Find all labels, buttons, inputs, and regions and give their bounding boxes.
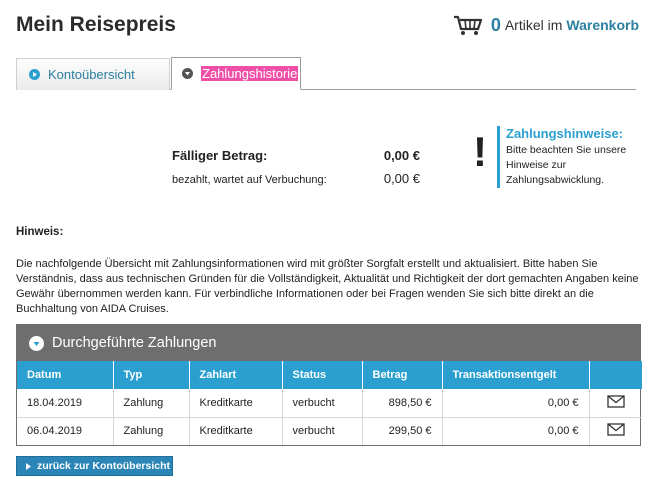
due-label: Fälliger Betrag:	[172, 148, 268, 163]
column-header-transaktionsentgelt: Transaktionsentgelt	[442, 361, 590, 389]
cell-status: verbucht	[282, 417, 363, 445]
cart-icon	[453, 15, 482, 35]
due-summary: Fälliger Betrag: 0,00 € bezahlt, wartet …	[172, 148, 420, 186]
column-header-zahlart: Zahlart	[189, 361, 283, 389]
tab-label: Kontoübersicht	[48, 67, 135, 82]
payments-panel: Durchgeführte Zahlungen Datum Typ Zahlar…	[16, 324, 642, 446]
cell-action	[589, 389, 642, 418]
pending-amount: 0,00 €	[383, 171, 420, 186]
play-circle-icon	[29, 69, 40, 80]
envelope-icon[interactable]	[607, 395, 625, 408]
column-header-typ: Typ	[113, 361, 190, 389]
notice-title[interactable]: Zahlungshinweise:	[506, 126, 637, 141]
cell-typ: Zahlung	[113, 389, 190, 418]
cell-zahlart: Kreditkarte	[189, 389, 283, 418]
payments-title: Durchgeführte Zahlungen	[52, 335, 217, 351]
back-to-overview-button[interactable]: zurück zur Kontoübersicht	[16, 456, 173, 476]
cell-typ: Zahlung	[113, 417, 190, 445]
cart-link[interactable]: Warenkorb	[566, 17, 639, 33]
hint-title: Hinweis:	[16, 226, 64, 238]
cell-action	[589, 417, 642, 445]
payments-table: Datum Typ Zahlart Status Betrag Transakt…	[17, 361, 642, 445]
tab-zahlungshistorie[interactable]: Zahlungshistorie	[171, 57, 301, 90]
column-header-action	[589, 361, 642, 389]
due-amount: 0,00 €	[383, 148, 420, 163]
cart-text: Artikel im	[504, 17, 563, 33]
cell-status: verbucht	[282, 389, 363, 418]
chevron-down-circle-icon	[182, 68, 193, 79]
tab-bar: Kontoübersicht Zahlungshistorie	[16, 56, 636, 90]
column-header-betrag: Betrag	[362, 361, 443, 389]
column-header-status: Status	[282, 361, 363, 389]
cell-datum: 06.04.2019	[17, 417, 114, 445]
pending-label: bezahlt, wartet auf Verbuchung:	[172, 174, 327, 186]
exclamation-icon: !	[473, 128, 487, 175]
table-row: 06.04.2019 Zahlung Kreditkarte verbucht …	[17, 417, 642, 445]
tab-kontouebersicht[interactable]: Kontoübersicht	[16, 58, 170, 90]
cell-zahlart: Kreditkarte	[189, 417, 283, 445]
cart[interactable]: 0 Artikel im Warenkorb	[453, 13, 639, 37]
table-row: 18.04.2019 Zahlung Kreditkarte verbucht …	[17, 389, 642, 418]
table-header-row: Datum Typ Zahlart Status Betrag Transakt…	[17, 361, 642, 389]
column-header-datum: Datum	[17, 361, 114, 389]
hint-text: Die nachfolgende Übersicht mit Zahlungsi…	[16, 258, 639, 315]
payments-header[interactable]: Durchgeführte Zahlungen	[17, 325, 640, 361]
cell-betrag: 898,50 €	[362, 389, 443, 418]
notice-body: Bitte beachten Sie unsere Hinweise zur Z…	[506, 144, 627, 186]
page-title: Mein Reisepreis	[16, 13, 176, 36]
envelope-icon[interactable]	[607, 423, 625, 436]
cart-count: 0	[490, 14, 501, 35]
cell-datum: 18.04.2019	[17, 389, 114, 418]
chevron-right-icon	[26, 462, 31, 470]
tab-label: Zahlungshistorie	[201, 66, 299, 81]
payment-notice: Zahlungshinweise: Bitte beachten Sie uns…	[497, 126, 637, 188]
cell-transaktionsentgelt: 0,00 €	[442, 389, 590, 418]
cell-betrag: 299,50 €	[362, 417, 443, 445]
back-button-label: zurück zur Kontoübersicht	[37, 460, 171, 472]
cell-transaktionsentgelt: 0,00 €	[442, 417, 590, 445]
chevron-down-circle-icon[interactable]	[29, 335, 44, 351]
